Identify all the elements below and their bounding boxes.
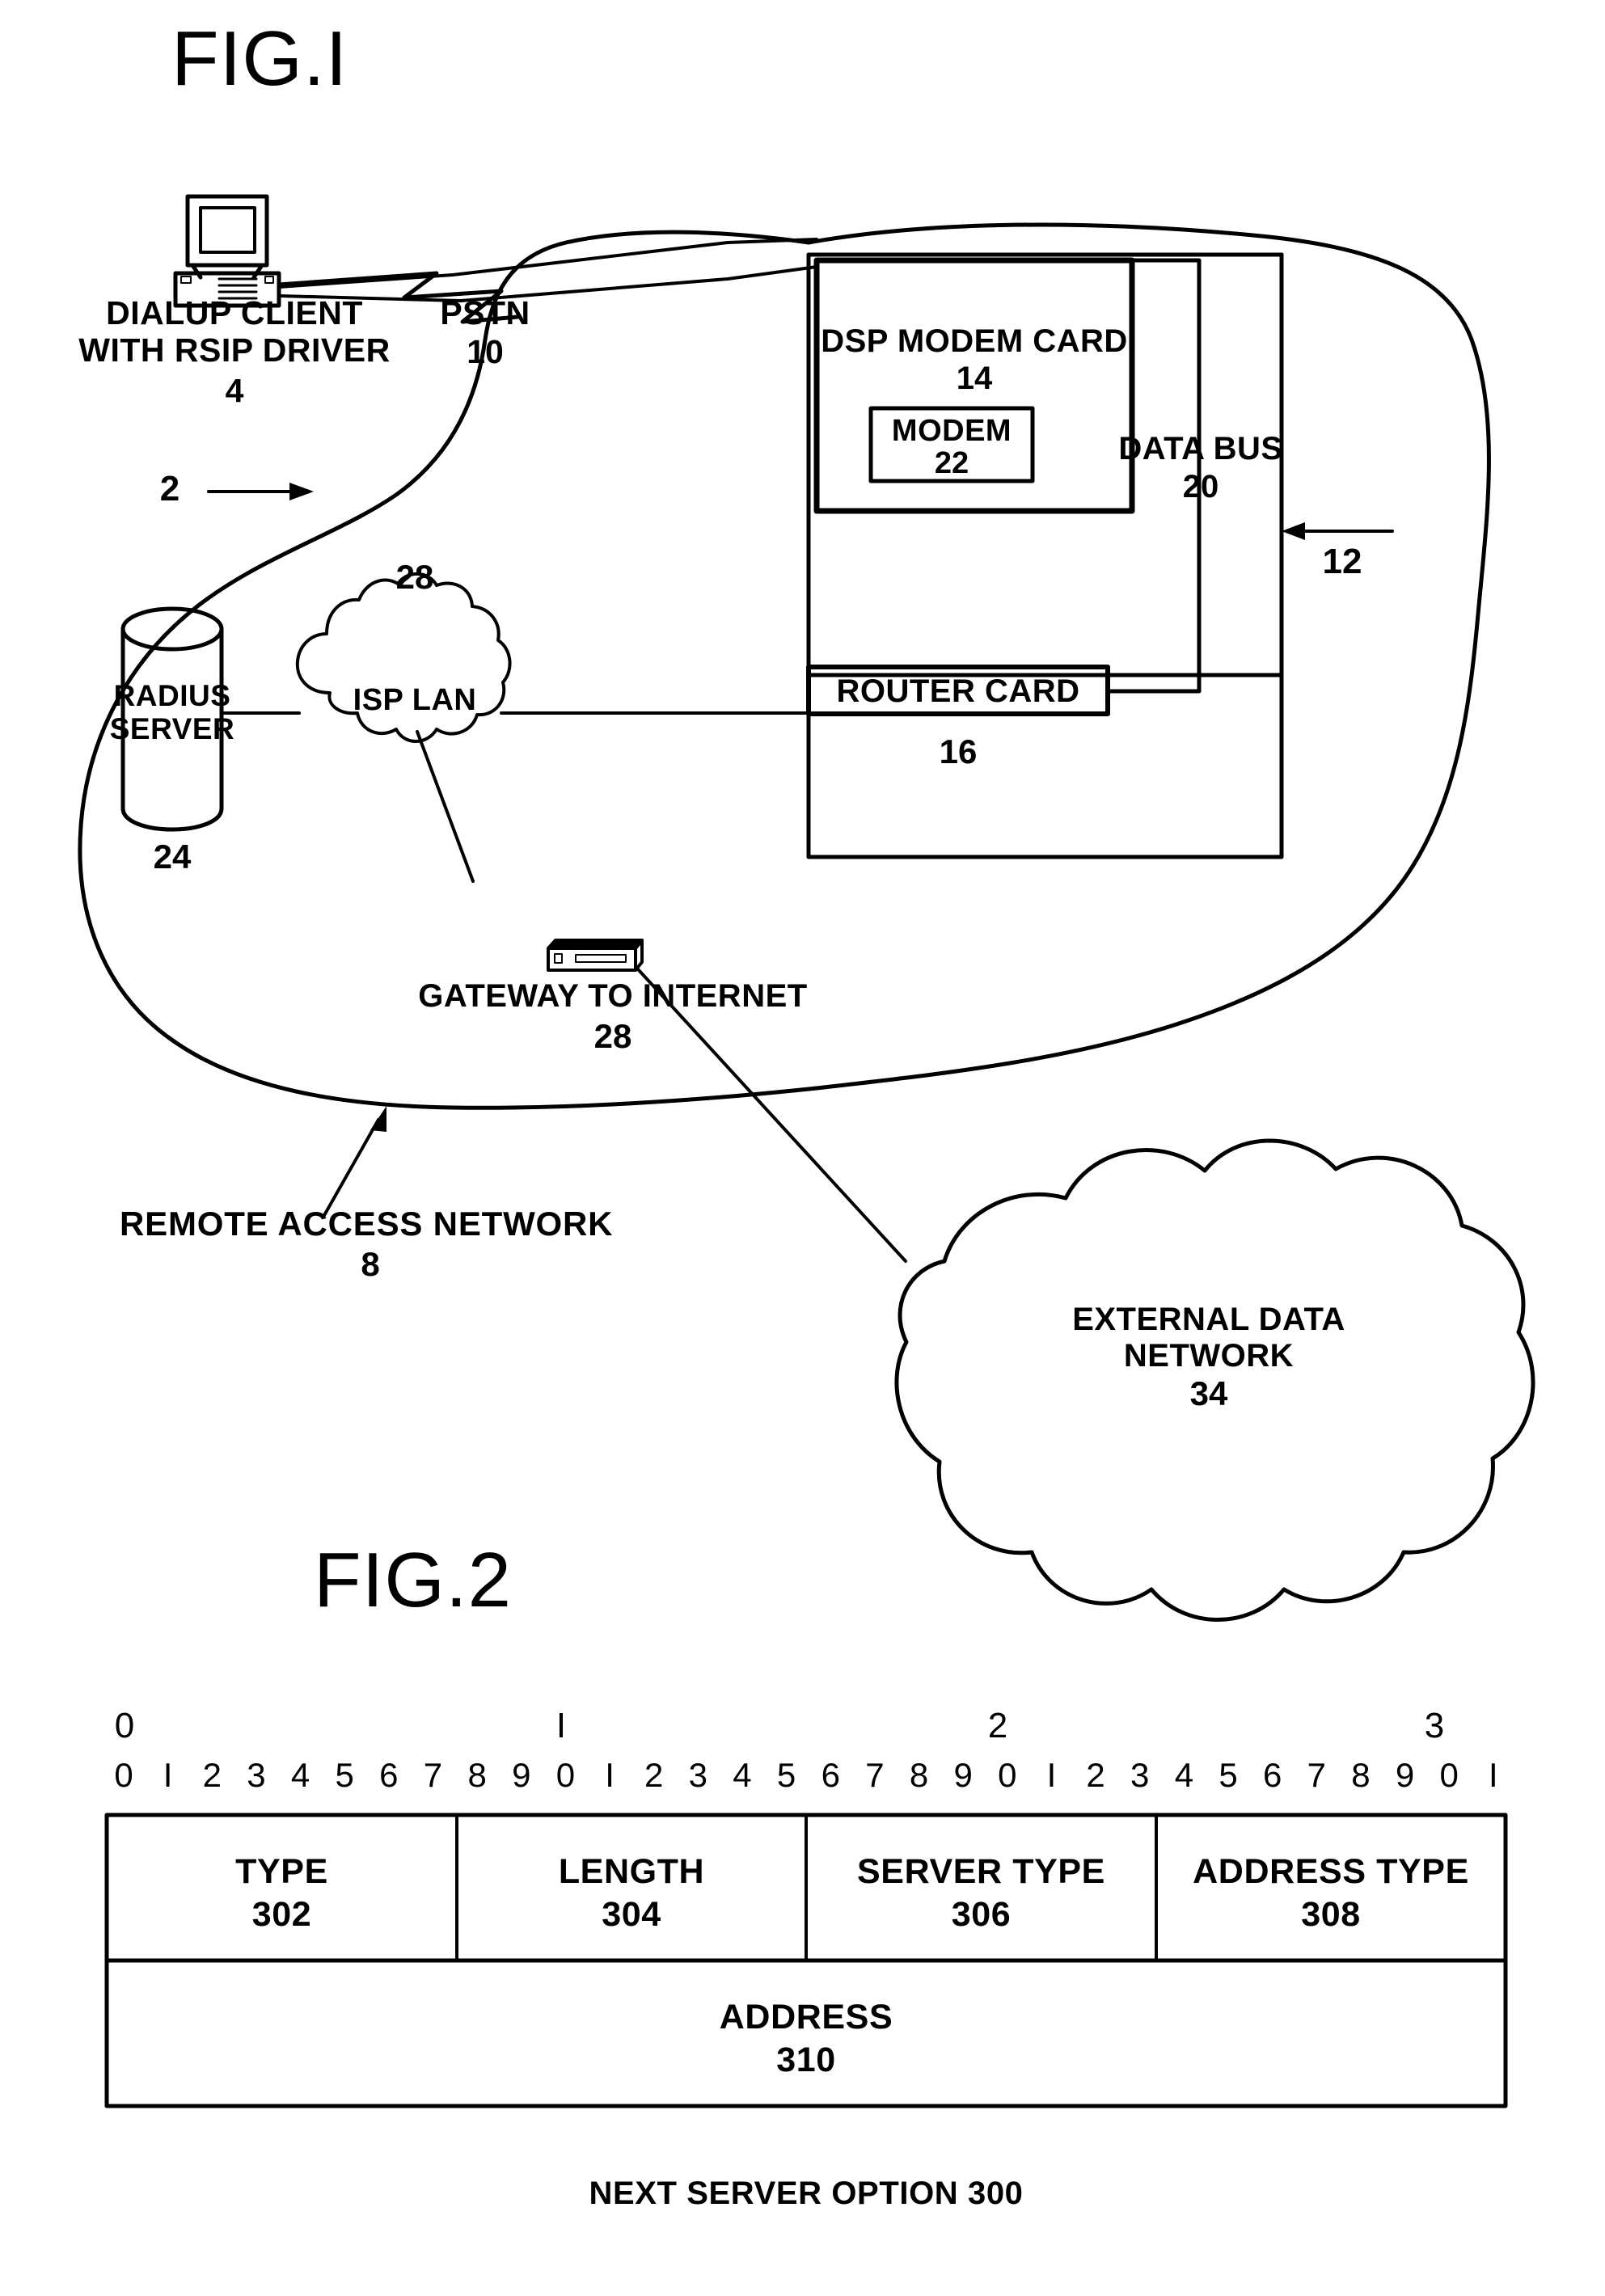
bit-digit: 7	[1307, 1756, 1326, 1794]
bit-digit: 7	[865, 1756, 885, 1794]
figure-1-title: FIG.I	[171, 15, 348, 102]
field-address-type-number: 308	[1301, 1895, 1361, 1934]
bit-digit: I	[1489, 1756, 1498, 1794]
radius-server-label-text: RADIUS SERVER	[109, 679, 235, 746]
bit-digit: 4	[1174, 1756, 1194, 1794]
bit-digit: 4	[733, 1756, 752, 1794]
pstn-number: 10	[467, 333, 504, 370]
dialup-client-label: DIALUP CLIENT WITH RSIP DRIVER	[57, 294, 412, 369]
external-data-network-number: 34	[1189, 1374, 1228, 1412]
remote-access-network-caption-number: 8	[361, 1245, 380, 1283]
bit-digit: 8	[467, 1756, 487, 1794]
bit-digit: I	[605, 1756, 615, 1794]
bit-digit: 4	[290, 1756, 310, 1794]
field-address-type-label: ADDRESS TYPE	[1193, 1852, 1469, 1891]
bit-digit: 2	[1086, 1756, 1105, 1794]
radius-server-number: 24	[153, 838, 192, 876]
modem-label: MODEM	[891, 414, 1012, 448]
external-data-network-label: EXTERNAL DATA NETWORK	[962, 1302, 1455, 1374]
bit-digit: 0	[1439, 1756, 1459, 1794]
data-bus-number: 20	[1182, 469, 1219, 504]
dialup-client-label-text: DIALUP CLIENT WITH RSIP DRIVER	[78, 294, 391, 369]
bit-decade-0: 0	[114, 1706, 135, 1745]
external-data-network-label-text: EXTERNAL DATA NETWORK	[1072, 1302, 1345, 1374]
field-length-number: 304	[602, 1895, 661, 1934]
bit-digit: 2	[202, 1756, 222, 1794]
nas-reference-number: 12	[1322, 542, 1362, 581]
bit-digit: 6	[1262, 1756, 1282, 1794]
bit-digit: 6	[379, 1756, 399, 1794]
pstn-label: PSTN	[440, 294, 530, 331]
bit-digit: 2	[644, 1756, 664, 1794]
bit-digit: 5	[776, 1756, 796, 1794]
ref-2-arrow	[207, 483, 314, 500]
bit-digit: 0	[114, 1756, 133, 1794]
bit-decade-2: 2	[987, 1706, 1008, 1745]
router-card-label: ROUTER CARD	[836, 673, 1080, 709]
figure-2-title: FIG.2	[314, 1537, 513, 1623]
isp-lan-number: 28	[395, 558, 434, 596]
bit-digit: 9	[512, 1756, 531, 1794]
radius-server-label: RADIUS SERVER	[108, 679, 237, 746]
field-type-number: 302	[251, 1895, 312, 1934]
bit-digit: 3	[1130, 1756, 1150, 1794]
bit-decade-3: 3	[1424, 1706, 1445, 1745]
gateway-label: GATEWAY TO INTERNET	[418, 978, 808, 1014]
field-server-type-label: SERVER TYPE	[857, 1852, 1105, 1891]
bit-digit: 8	[1351, 1756, 1371, 1794]
router-appliance-icon	[547, 939, 644, 972]
ref-12-arrow	[1282, 522, 1394, 540]
router-card-number: 16	[939, 732, 978, 770]
desktop-computer-icon	[173, 194, 281, 308]
field-type-label: TYPE	[235, 1852, 328, 1891]
bit-decade-1: I	[555, 1706, 567, 1745]
field-address-number: 310	[776, 2041, 836, 2079]
modem-number: 22	[934, 446, 969, 480]
remote-access-network-caption: REMOTE ACCESS NETWORK	[120, 1205, 614, 1243]
dialup-client-number: 4	[225, 372, 244, 409]
bit-digit: 5	[1219, 1756, 1238, 1794]
isp-lan-label: ISP LAN	[353, 683, 477, 717]
next-server-option-caption: NEXT SERVER OPTION 300	[589, 2176, 1024, 2211]
bit-digit-row: 0 I 2 3 4 5 6 7 8 9 0 I 2 3 4 5 6 7 8 9 …	[107, 1756, 1510, 1795]
bit-digit: 3	[247, 1756, 266, 1794]
pstn-link-line	[277, 238, 818, 302]
bit-digit: I	[163, 1756, 173, 1794]
system-reference-number: 2	[159, 469, 180, 509]
gateway-number: 28	[593, 1017, 632, 1055]
bit-decade-row: 0 I 2 3	[107, 1706, 1506, 1748]
bit-digit: 0	[555, 1756, 576, 1794]
bit-digit: 3	[688, 1756, 707, 1794]
bit-digit: 6	[821, 1756, 840, 1794]
bit-digit: 7	[423, 1756, 443, 1794]
bit-digit: 5	[335, 1756, 354, 1794]
patent-drawing-sheet: FIG.I DIALUP CLIENT WITH RSIP DRIVER 4 P…	[0, 0, 1605, 2296]
bit-digit: 9	[953, 1756, 973, 1794]
field-server-type-number: 306	[951, 1895, 1012, 1934]
lan-to-gateway-line	[416, 730, 475, 883]
field-length-label: LENGTH	[558, 1852, 705, 1891]
remote-access-network-leader	[322, 1106, 386, 1218]
bit-digit: I	[1046, 1756, 1057, 1794]
bit-digit: 0	[998, 1756, 1017, 1794]
bit-digit: 8	[909, 1756, 929, 1794]
data-bus-label: DATA BUS	[1118, 431, 1283, 466]
field-address-label: ADDRESS	[719, 1998, 893, 2036]
bit-digit: 9	[1395, 1756, 1415, 1794]
dsp-modem-card-number: 14	[956, 361, 993, 396]
dsp-modem-card-label: DSP MODEM CARD	[821, 323, 1128, 359]
